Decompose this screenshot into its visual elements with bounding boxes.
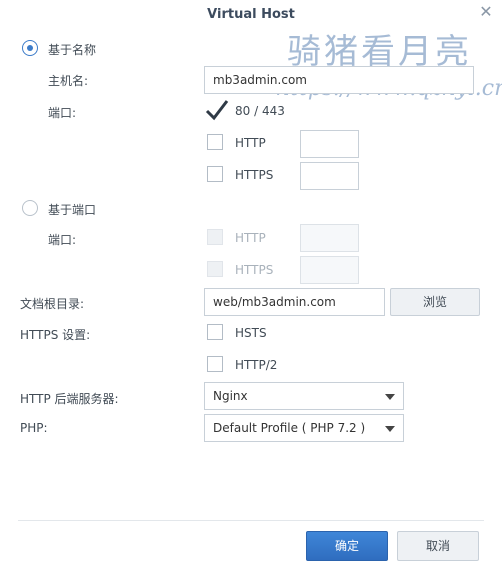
http2-checkbox[interactable] [207, 356, 223, 372]
virtual-host-dialog: Virtual Host ✕ 骑猪看月亮 https://www.qzkyl.c… [0, 0, 502, 566]
footer-divider [18, 520, 484, 521]
port-http-checkbox[interactable] [207, 229, 223, 245]
hsts-checkbox[interactable] [207, 324, 223, 340]
port-http-label: HTTP [235, 231, 266, 245]
dialog-title: Virtual Host [207, 7, 295, 22]
http-port-input[interactable] [300, 130, 359, 158]
https-settings-label: HTTPS 设置: [20, 328, 91, 342]
checkmark-icon[interactable] [205, 98, 229, 122]
php-label: PHP: [20, 421, 48, 435]
backend-select-value: Nginx [213, 389, 248, 403]
cancel-button[interactable]: 取消 [397, 531, 479, 561]
hostname-label: 主机名: [48, 74, 89, 88]
http2-label: HTTP/2 [235, 358, 278, 372]
port-https-label: HTTPS [235, 263, 274, 277]
browse-button[interactable]: 浏览 [390, 288, 480, 316]
port-based-port-label: 端口: [48, 233, 77, 247]
php-select[interactable]: Default Profile ( PHP 7.2 ) [204, 414, 404, 442]
php-select-value: Default Profile ( PHP 7.2 ) [213, 421, 366, 435]
https-checkbox[interactable] [207, 166, 223, 182]
default-ports-label: 80 / 443 [235, 104, 285, 118]
radio-name-based[interactable] [22, 40, 38, 56]
backend-select[interactable]: Nginx [204, 382, 404, 410]
chevron-down-icon [385, 394, 395, 400]
port-https-checkbox[interactable] [207, 261, 223, 277]
http-label: HTTP [235, 136, 266, 150]
port-http-input[interactable] [300, 224, 359, 252]
docroot-label: 文档根目录: [20, 297, 85, 311]
backend-label: HTTP 后端服务器: [20, 392, 119, 406]
hsts-label: HSTS [235, 326, 267, 340]
chevron-down-icon [385, 426, 395, 432]
port-label: 端口: [48, 106, 77, 120]
port-https-input[interactable] [300, 256, 359, 284]
radio-name-based-label: 基于名称 [48, 43, 97, 57]
close-icon[interactable]: ✕ [478, 4, 494, 20]
hostname-input[interactable]: mb3admin.com [204, 66, 474, 94]
docroot-input[interactable]: web/mb3admin.com [204, 288, 385, 316]
https-port-input[interactable] [300, 162, 359, 190]
http-checkbox[interactable] [207, 134, 223, 150]
radio-port-based[interactable] [22, 200, 38, 216]
https-label: HTTPS [235, 168, 274, 182]
radio-port-based-label: 基于端口 [48, 203, 97, 217]
ok-button[interactable]: 确定 [306, 531, 388, 561]
